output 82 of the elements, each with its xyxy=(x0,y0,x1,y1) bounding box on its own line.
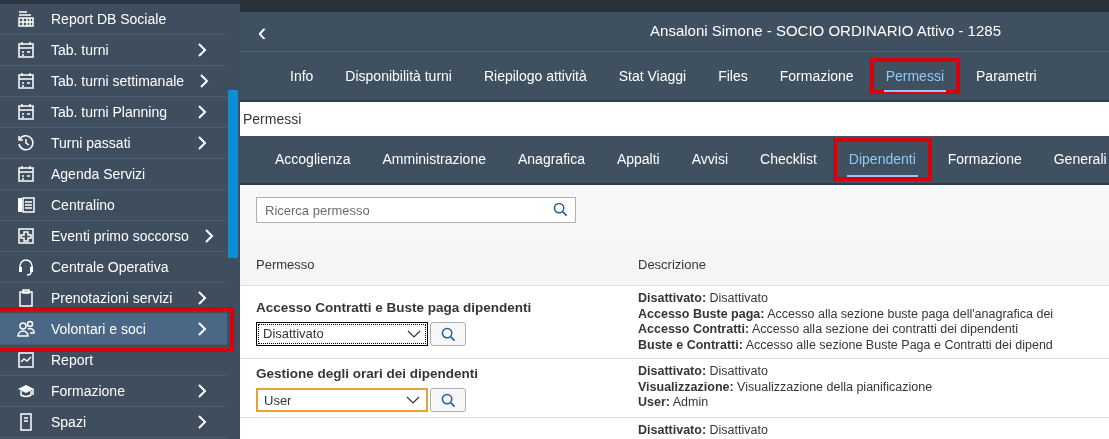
sidebar-item-label: Agenda Servizi xyxy=(51,164,147,184)
tab[interactable]: Formazione xyxy=(931,138,1038,181)
sidebar-item-label: Prenotazioni servizi xyxy=(51,288,174,308)
people-icon xyxy=(16,319,36,339)
sidebar-item[interactable]: Tab. turni xyxy=(0,35,227,66)
chevron-down-icon xyxy=(407,330,421,339)
sidebar-item-label: Tab. turni xyxy=(51,40,110,60)
search-field[interactable]: Ricerca permesso xyxy=(256,197,576,223)
permission-name: Gestione degli orari dei dipendenti xyxy=(256,365,480,383)
table-icon xyxy=(16,9,36,29)
history-icon xyxy=(16,133,36,153)
sidebar-item[interactable]: Eventi primo soccorso xyxy=(0,221,227,252)
column-header: Descrizione xyxy=(638,256,706,275)
switchboard-icon xyxy=(16,195,36,215)
sidebar-item-label: Formazione xyxy=(51,381,126,401)
sidebar-item[interactable]: Tab. turni settimanale xyxy=(0,66,227,97)
sidebar-item[interactable]: Turni passati xyxy=(0,128,227,159)
sidebar-item[interactable]: Centralino xyxy=(0,190,227,221)
description-line: Accesso Buste paga: Accesso alla sezione buste paga dell'anagrafica dei xyxy=(638,306,1054,322)
selection-underline xyxy=(846,175,918,177)
sidebar-item[interactable]: Spazi xyxy=(0,407,227,438)
search-icon xyxy=(553,202,568,217)
tab[interactable]: Appalti xyxy=(600,138,676,181)
sidebar-item[interactable]: Centrale Operativa xyxy=(0,252,227,283)
tab[interactable]: Parametri xyxy=(960,58,1053,94)
description-line: User: Admin xyxy=(638,395,710,411)
sidebar-item-label: Tab. turni settimanale xyxy=(51,71,185,91)
tab[interactable]: Generali xyxy=(1037,138,1109,181)
description-line: Disattivato: Disattivato xyxy=(638,423,768,439)
tab[interactable]: Amministrazione xyxy=(366,138,502,181)
sidebar-item-label: Volontari e soci xyxy=(51,319,147,339)
search-button[interactable] xyxy=(430,388,466,413)
sidebar-item-label: Report xyxy=(51,350,95,370)
page-title: Ansaloni Simone - SOCIO ORDINARIO Attivo - 1285 xyxy=(650,21,1001,42)
tab[interactable]: Dipendenti xyxy=(832,138,932,181)
tab[interactable]: Stat Viaggi xyxy=(602,58,703,94)
clipboard-icon xyxy=(16,288,36,308)
section-title: Permessi xyxy=(243,109,302,129)
description-line: Disattivato: Disattivato xyxy=(638,291,769,307)
sidebar-item-label: Tab. turni Planning xyxy=(51,102,168,122)
back-button[interactable]: ‹ xyxy=(252,18,272,45)
chevron-down-icon xyxy=(406,396,420,405)
sidebar-item-label: Eventi primo soccorso xyxy=(51,226,189,246)
sidebar-item[interactable]: Tab. turni Planning xyxy=(0,97,227,128)
dropdown-field[interactable]: User xyxy=(256,388,428,413)
tab[interactable]: Disponibilità turni xyxy=(329,58,468,94)
tab[interactable]: Riepilogo attività xyxy=(467,58,603,94)
tab[interactable]: Accoglienza xyxy=(259,138,367,181)
sidebar-item-label: Turni passati xyxy=(51,133,132,153)
tab[interactable]: Anagrafica xyxy=(502,138,601,181)
column-header: Permesso xyxy=(255,256,316,275)
selection-underline xyxy=(883,90,946,92)
sidebar-item-label: Report DB Sociale xyxy=(51,9,168,29)
calendar-icon xyxy=(16,164,36,184)
sidebar-item-label: Centralino xyxy=(51,195,116,215)
search-icon xyxy=(440,392,456,408)
tab[interactable]: Formazione xyxy=(763,58,870,94)
sidebar-item-label: Centrale Operativa xyxy=(51,257,170,277)
calendar-icon xyxy=(16,71,36,91)
search-button[interactable] xyxy=(430,322,466,347)
tab[interactable]: Avvisi xyxy=(675,138,745,181)
sidebar-item[interactable]: Formazione xyxy=(0,376,227,407)
description-line: Buste e Contratti: Accesso alle sezione Buste Paga e Contratti dei dipend xyxy=(638,337,1054,353)
description-line: Disattivato: Disattivato xyxy=(638,364,769,380)
first-aid-icon xyxy=(16,226,36,246)
sidebar-item[interactable]: Report DB Sociale xyxy=(0,4,227,35)
calendar-icon xyxy=(16,102,36,122)
tab[interactable]: Files xyxy=(702,58,764,94)
calendar-icon xyxy=(16,40,36,60)
tab[interactable]: Permessi xyxy=(869,58,960,94)
permission-name: Accesso Contratti e Buste paga dipendenti xyxy=(256,298,533,317)
tab[interactable]: Info xyxy=(274,58,330,94)
search-icon xyxy=(440,326,456,342)
description-line: Visualizzazione: Visualizzazione della pianificazione xyxy=(638,379,933,395)
dropdown-field[interactable]: Disattivato xyxy=(256,322,428,347)
sidebar-item[interactable]: Agenda Servizi xyxy=(0,159,227,190)
headset-icon xyxy=(16,257,36,277)
sidebar-item-label: Spazi xyxy=(51,412,88,432)
description-line: Accesso Contratti: Accesso alla sezione dei contratti dei dipendenti xyxy=(638,322,1020,338)
tab[interactable]: Checklist xyxy=(744,138,833,181)
chart-icon xyxy=(16,350,36,370)
sidebar-item[interactable]: Report xyxy=(0,345,227,376)
